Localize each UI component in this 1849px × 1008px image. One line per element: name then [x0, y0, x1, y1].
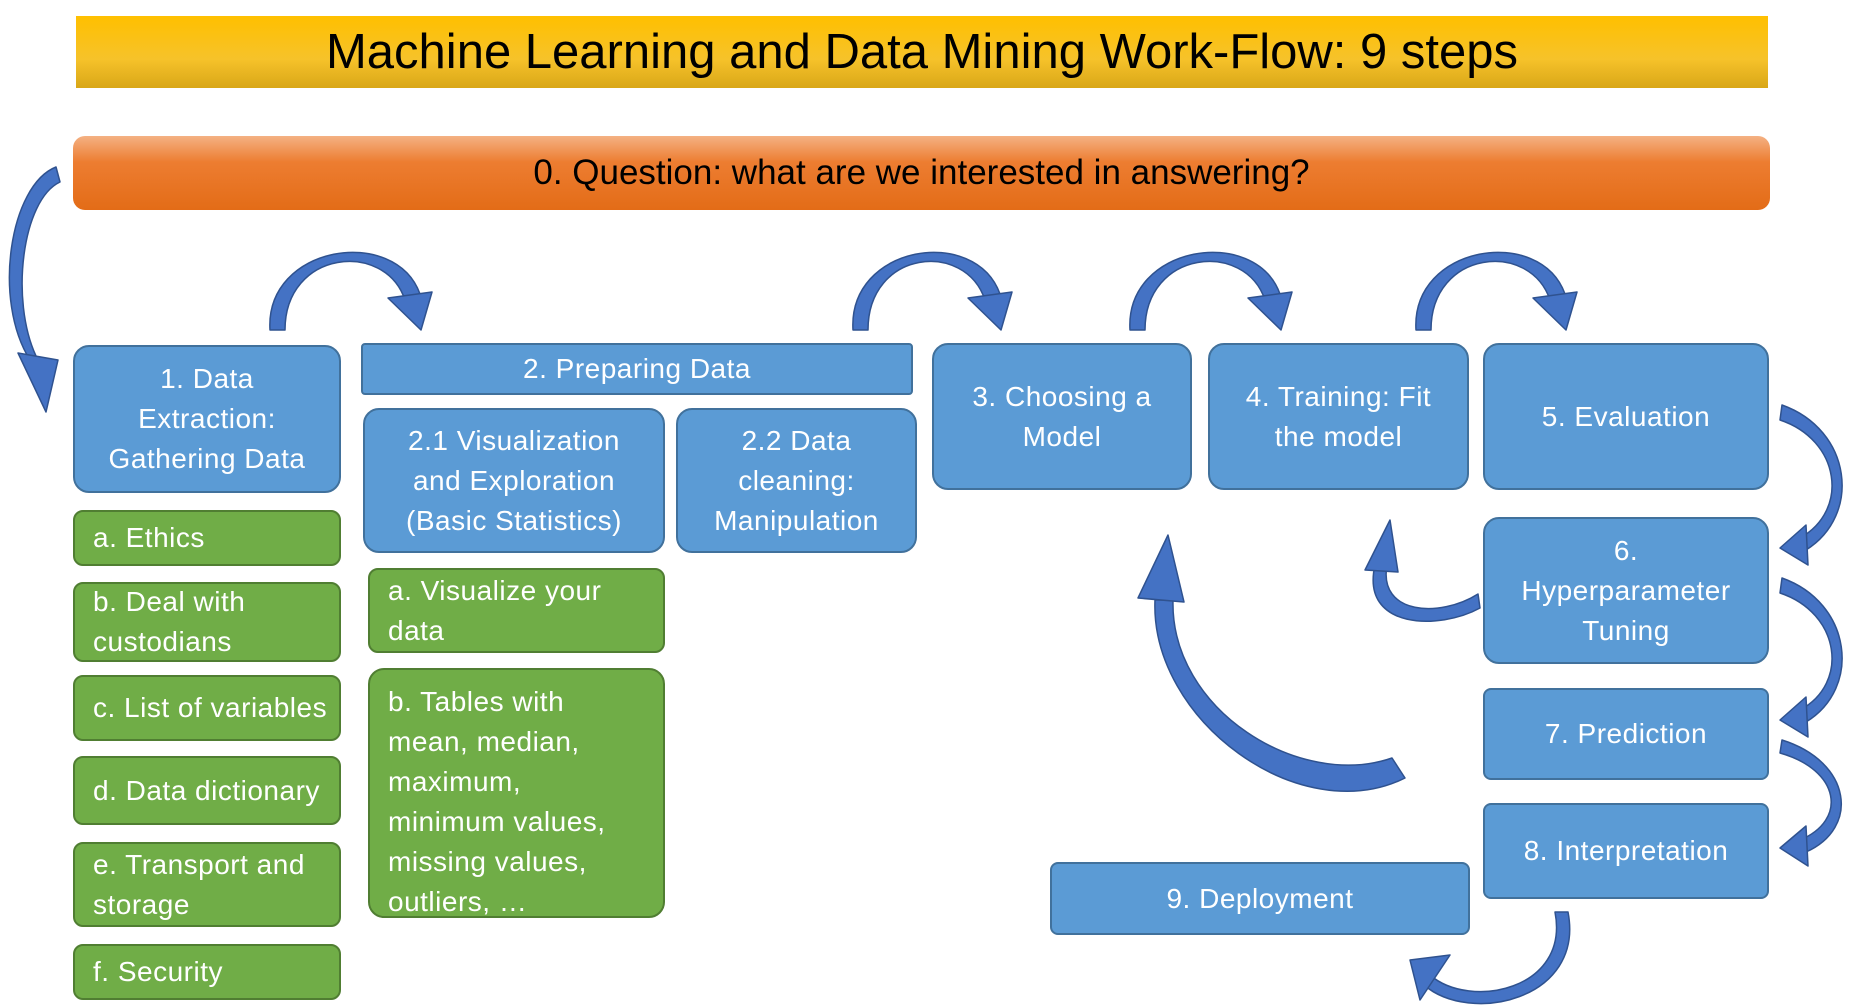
- arrow-head-step3-to-step4: [1247, 291, 1293, 331]
- arrow-step3-to-step4: [1129, 251, 1281, 331]
- arrow-step6-to-step7: [1779, 577, 1843, 723]
- arrow-step4-to-step5: [1415, 251, 1566, 331]
- arrow-head-step8-to-step3: [1137, 534, 1185, 603]
- arrow-step2-to-step3: [852, 251, 1001, 331]
- arrow-step5-to-step6: [1779, 404, 1843, 551]
- arrow-head-step5-to-step6: [1779, 524, 1809, 566]
- arrow-question-to-step1: [8, 166, 61, 361]
- flow-arrows: [8, 166, 1843, 1005]
- arrow-head-step7-to-step8: [1779, 825, 1809, 867]
- arrow-head-question-to-step1: [17, 352, 59, 413]
- arrow-head-step6-to-step7: [1779, 696, 1809, 738]
- arrow-head-step2-to-step3: [967, 291, 1013, 331]
- arrow-head-step6-to-step4: [1364, 519, 1399, 573]
- arrow-head-step4-to-step5: [1532, 291, 1578, 331]
- arrow-head-step1-to-step2: [387, 291, 433, 331]
- arrow-step7-to-step8: [1779, 739, 1842, 853]
- arrow-step8-to-step3: [1154, 599, 1406, 792]
- arrow-step1-to-step2: [269, 251, 421, 331]
- arrow-step6-to-step4: [1372, 564, 1481, 622]
